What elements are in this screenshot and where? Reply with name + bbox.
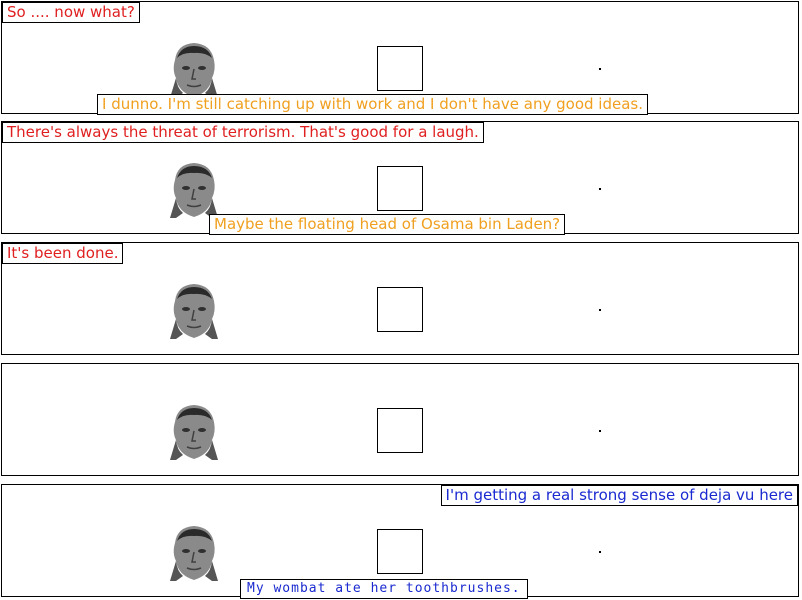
- mao-head-icon: [170, 43, 218, 98]
- mao-head-icon: [170, 405, 218, 460]
- empty-square-icon: [377, 529, 423, 574]
- bottom-caption: I dunno. I'm still catching up with work…: [97, 94, 649, 115]
- dot-mark: [599, 309, 601, 311]
- mao-head-icon: [170, 526, 218, 581]
- comic-panel-5: I'm getting a real strong sense of deja …: [1, 484, 799, 599]
- empty-square-icon: [377, 166, 423, 211]
- dot-mark: [599, 430, 601, 432]
- dot-mark: [599, 188, 601, 190]
- top-caption: So .... now what?: [2, 2, 140, 23]
- comic-panel-4: [1, 363, 799, 476]
- comic-panel-2: There's always the threat of terrorism. …: [1, 121, 799, 235]
- dot-mark: [599, 551, 601, 553]
- mao-head-icon: [170, 163, 218, 218]
- dot-mark: [599, 68, 601, 70]
- top-caption: I'm getting a real strong sense of deja …: [440, 485, 798, 506]
- mao-head-icon: [170, 284, 218, 339]
- comic-panel-1: So .... now what? I dunno. I'm still cat…: [1, 1, 799, 115]
- empty-square-icon: [377, 287, 423, 332]
- bottom-caption: Maybe the floating head of Osama bin Lad…: [209, 214, 566, 235]
- empty-square-icon: [377, 408, 423, 453]
- top-caption: It's been done.: [2, 243, 124, 264]
- bottom-caption: My wombat ate her toothbrushes.: [240, 579, 528, 599]
- top-caption: There's always the threat of terrorism. …: [2, 122, 484, 143]
- comic-panel-3: It's been done.: [1, 242, 799, 355]
- empty-square-icon: [377, 46, 423, 91]
